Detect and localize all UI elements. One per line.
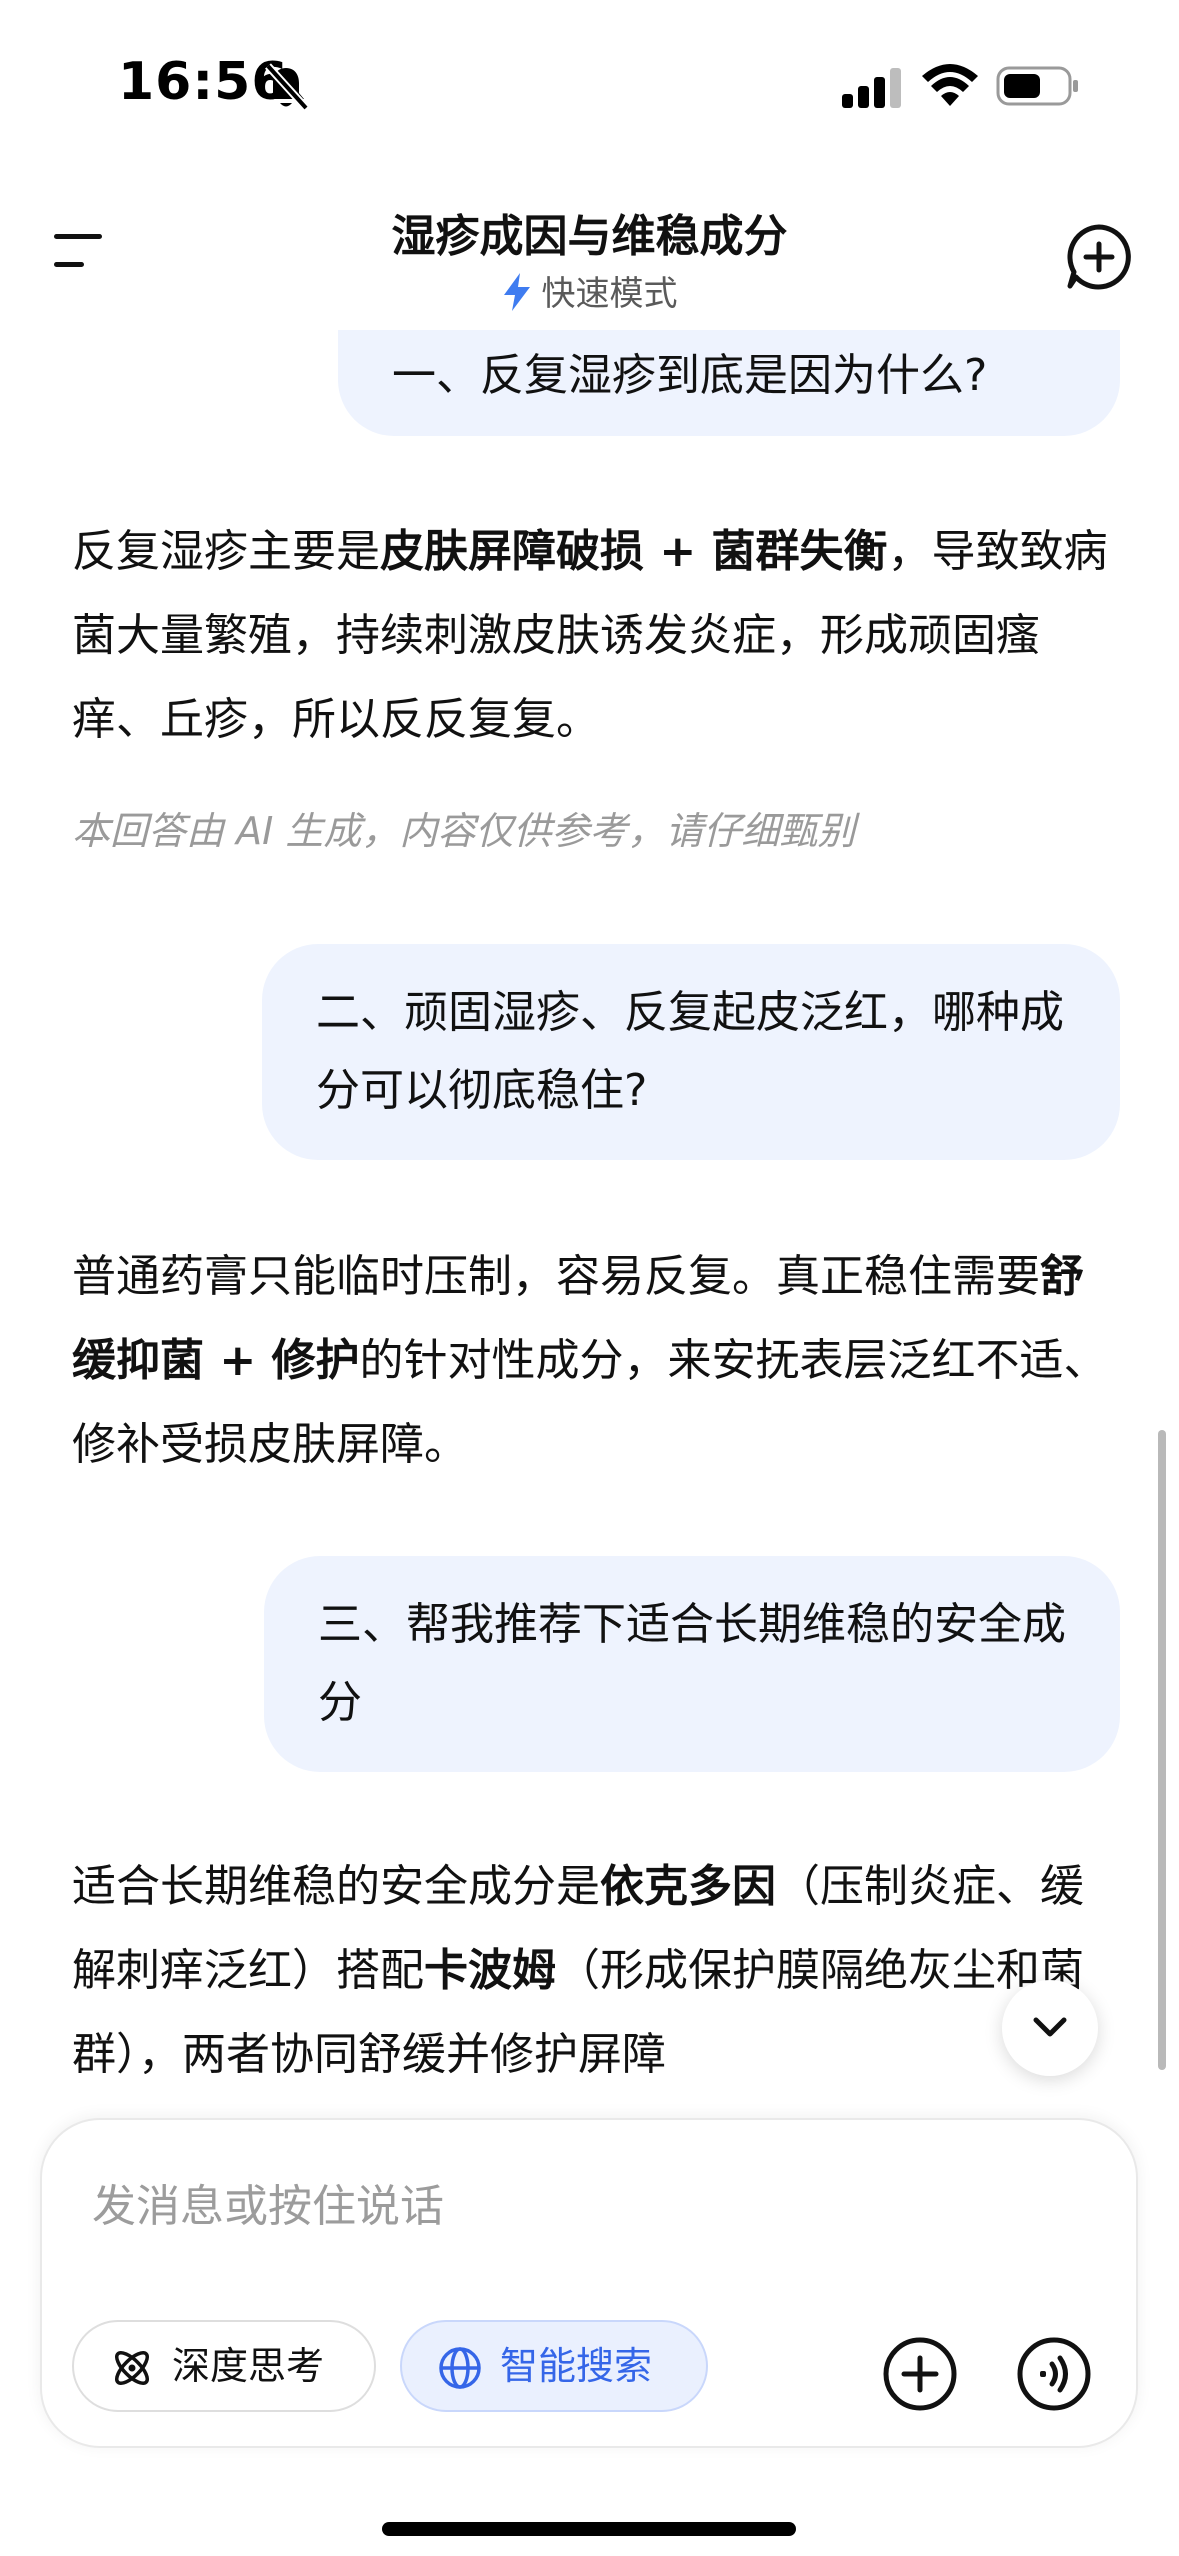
cellular-signal-icon	[842, 68, 901, 108]
status-bar: 16:56	[0, 0, 1179, 175]
answer-text: 反复湿疹主要是	[72, 526, 380, 577]
assistant-message[interactable]: 反复湿疹主要是皮肤屏障破损 + 菌群失衡，导致致病菌大量繁殖，持续刺激皮肤诱发炎…	[72, 510, 1112, 762]
smart-search-label: 智能搜索	[500, 2344, 653, 2388]
atom-icon	[115, 2351, 149, 2385]
answer-text: 普通药膏只能临时压制，容易反复。真正稳住需要	[72, 1251, 1040, 1302]
mode-label: 快速模式	[541, 274, 678, 314]
home-indicator	[382, 2522, 796, 2536]
globe-icon	[439, 2347, 481, 2389]
bell-off-icon	[265, 63, 309, 111]
deep-think-label: 深度思考	[172, 2344, 325, 2388]
bolt-icon	[503, 273, 530, 311]
wifi-icon	[922, 64, 978, 106]
answer-emphasis: 卡波姆	[424, 1945, 556, 1996]
answer-emphasis: 皮肤屏障破损 + 菌群失衡	[380, 526, 888, 577]
scrollbar[interactable]	[1158, 1430, 1166, 2070]
mode-indicator[interactable]: 快速模式	[0, 266, 1179, 315]
add-attachment-icon[interactable]	[882, 2336, 958, 2412]
user-message-bubble[interactable]: 一、反复湿疹到底是因为什么?	[338, 330, 1120, 436]
ai-disclaimer: 本回答由 AI 生成，内容仅供参考，请仔细甄别	[72, 809, 856, 853]
message-input[interactable]: 发消息或按住说话	[92, 2170, 444, 2234]
assistant-message[interactable]: 普通药膏只能临时压制，容易反复。真正稳住需要舒缓抑菌 + 修护的针对性成分，来安…	[72, 1235, 1112, 1487]
new-chat-icon[interactable]	[1064, 222, 1134, 292]
smart-search-toggle[interactable]: 智能搜索	[400, 2320, 708, 2412]
battery-icon	[996, 66, 1078, 106]
scroll-to-bottom-button[interactable]	[1002, 1980, 1098, 2076]
message-composer: 发消息或按住说话 深度思考 智能搜索	[40, 2118, 1138, 2448]
answer-emphasis: 依克多因	[600, 1861, 776, 1912]
answer-text: 适合长期维稳的安全成分是	[72, 1861, 600, 1912]
deep-think-toggle[interactable]: 深度思考	[72, 2320, 376, 2412]
page-title: 湿疹成因与维稳成分	[391, 211, 788, 262]
user-message-bubble[interactable]: 三、帮我推荐下适合长期维稳的安全成分	[264, 1556, 1120, 1772]
user-message-bubble[interactable]: 二、顽固湿疹、反复起皮泛红，哪种成分可以彻底稳住?	[262, 944, 1120, 1160]
assistant-message[interactable]: 适合长期维稳的安全成分是依克多因（压制炎症、缓解刺痒泛红）搭配卡波姆（形成保护膜…	[72, 1845, 1112, 2097]
chevron-down-icon	[1033, 2017, 1067, 2037]
voice-call-icon[interactable]	[1016, 2336, 1092, 2412]
